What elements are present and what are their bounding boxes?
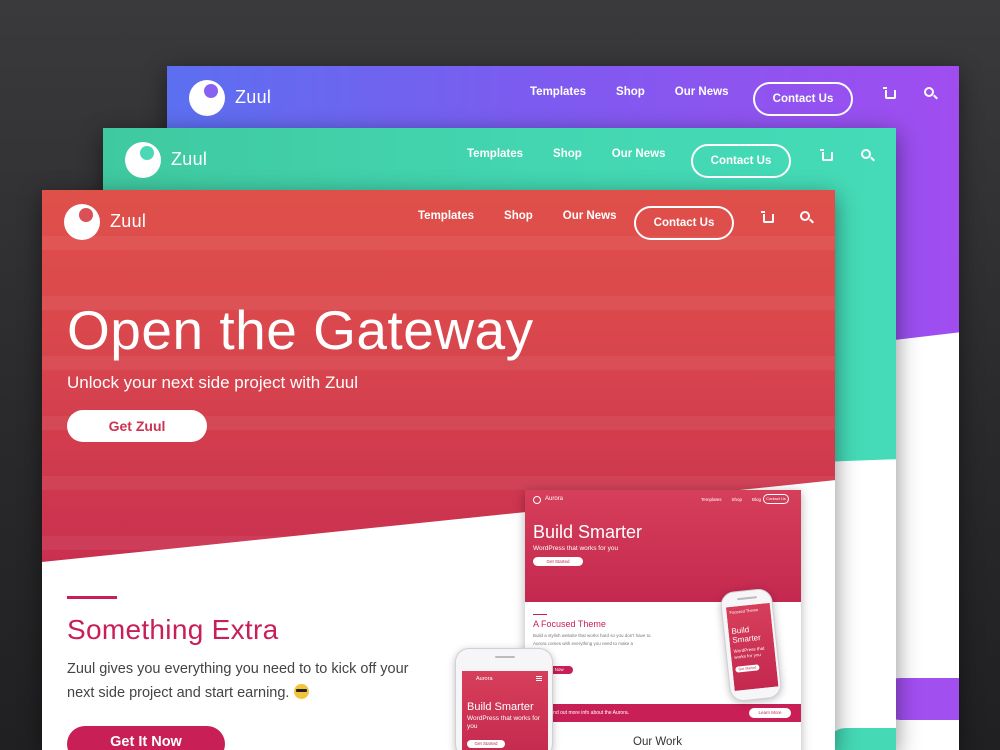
section-text: Zuul gives you everything you need to to… — [67, 657, 417, 705]
cta-button[interactable] — [826, 728, 896, 750]
search-icon[interactable] — [861, 149, 871, 159]
phone-title: Build Smarter — [467, 701, 534, 713]
hero-title: Open the Gateway — [67, 299, 534, 361]
phone-mockup-large: Focused Theme Build Smarter WordPress th… — [719, 587, 783, 703]
mockup-hero-title: Build Smarter — [533, 522, 643, 542]
cart-icon[interactable] — [883, 87, 896, 99]
top-nav: Zuul Templates Shop Our News Contact Us — [42, 190, 835, 254]
mockup-contact-button: Contact Us — [763, 494, 789, 504]
search-icon[interactable] — [800, 211, 810, 221]
mockup-accent-line — [533, 614, 547, 615]
nav-shop[interactable]: Shop — [553, 148, 582, 160]
nav-our-news[interactable]: Our News — [563, 210, 617, 222]
mockup-nav-blog: Blog — [751, 497, 761, 502]
phone-brand: Aurora — [476, 676, 493, 682]
zuul-logo-icon[interactable] — [64, 204, 100, 240]
zuul-logo-icon[interactable] — [125, 142, 161, 178]
phone-get-started: Get Started — [467, 740, 505, 748]
brand-name[interactable]: Zuul — [171, 149, 207, 170]
search-icon[interactable] — [924, 87, 934, 97]
aurora-desktop-mockup: Aurora Templates Shop Blog Contact Us Bu… — [525, 490, 801, 750]
mockup-learn-more-button: Learn More — [749, 708, 791, 718]
sunglasses-emoji-icon — [293, 684, 309, 699]
phone-mockup-small: Aurora Build Smarter WordPress that work… — [455, 648, 553, 750]
phone-speaker — [495, 656, 515, 658]
hero-subtitle: Unlock your next side project with Zuul — [67, 373, 359, 392]
section-text-body: Zuul gives you everything you need to to… — [67, 661, 409, 701]
aurora-logo-icon — [533, 496, 541, 504]
brand-name[interactable]: Zuul — [235, 87, 271, 108]
mockup-brand: Aurora — [545, 496, 564, 502]
brand-name[interactable]: Zuul — [110, 211, 146, 232]
mockup-get-started-button: Get Started — [533, 557, 583, 566]
get-it-now-button[interactable]: Get It Now — [67, 726, 225, 750]
phone-screen: Aurora Build Smarter WordPress that work… — [462, 671, 548, 750]
cart-icon[interactable] — [761, 211, 774, 223]
mockup-section-title: A Focused Theme — [533, 619, 606, 629]
red-theme-preview: Zuul Templates Shop Our News Contact Us … — [42, 190, 835, 750]
section-accent-line — [67, 596, 117, 599]
section-title: Something Extra — [67, 614, 279, 645]
contact-us-button[interactable]: Contact Us — [753, 82, 853, 116]
cart-icon[interactable] — [820, 149, 833, 161]
zuul-logo-icon[interactable] — [189, 80, 225, 116]
mockup-nav-shop: Shop — [731, 497, 742, 502]
nav-our-news[interactable]: Our News — [612, 148, 666, 160]
phone-screen: Focused Theme Build Smarter WordPress th… — [725, 602, 779, 691]
nav-shop[interactable]: Shop — [616, 86, 645, 98]
mockup-hero-subtitle: WordPress that works for you — [533, 545, 619, 552]
nav-shop[interactable]: Shop — [504, 210, 533, 222]
contact-us-button[interactable]: Contact Us — [634, 206, 734, 240]
mockup-our-work-title: Our Work — [633, 736, 682, 748]
get-zuul-button[interactable]: Get Zuul — [67, 410, 207, 442]
phone-subtitle: WordPress that works for you — [467, 715, 540, 730]
mockup-nav-templates: Templates — [700, 497, 722, 502]
mockup-nav: Templates Shop Blog — [701, 497, 761, 502]
nav-templates[interactable]: Templates — [467, 148, 523, 160]
top-nav: Zuul Templates Shop Our News Contact Us — [167, 66, 959, 130]
top-nav: Zuul Templates Shop Our News Contact Us — [103, 128, 896, 192]
phone-speaker — [737, 596, 758, 601]
mockup-section-text: Build a stylish website that works hard … — [533, 633, 652, 646]
nav-templates[interactable]: Templates — [530, 86, 586, 98]
menu-icon — [536, 676, 542, 681]
nav-templates[interactable]: Templates — [418, 210, 474, 222]
contact-us-button[interactable]: Contact Us — [691, 144, 791, 178]
nav-our-news[interactable]: Our News — [675, 86, 729, 98]
mockup-info-text: Find out more info about the Aurora. — [549, 710, 630, 716]
